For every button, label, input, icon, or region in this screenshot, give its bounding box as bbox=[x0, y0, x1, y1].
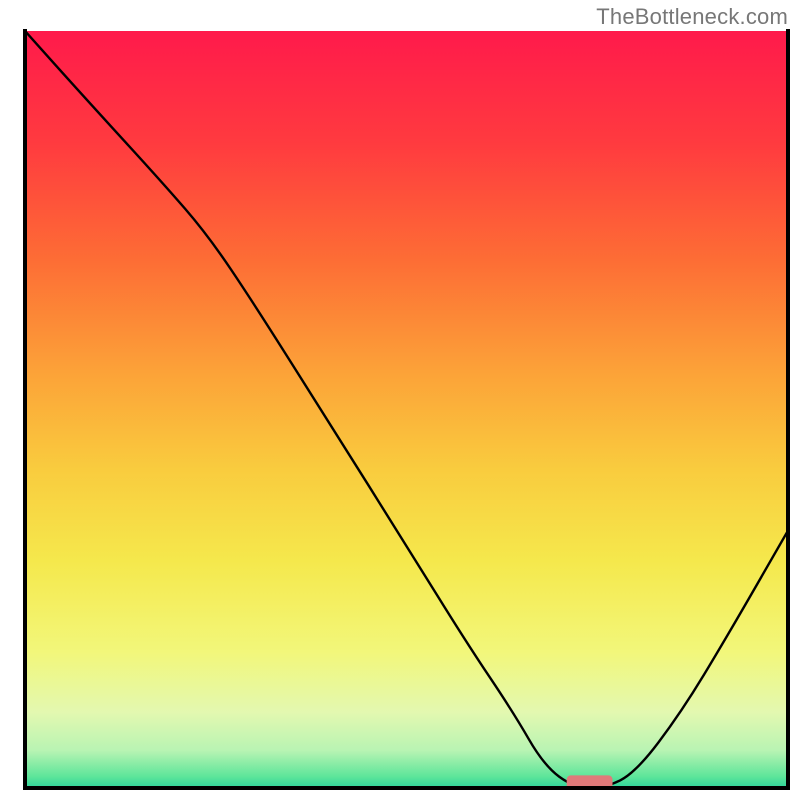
watermark-label: TheBottleneck.com bbox=[596, 4, 788, 30]
plot-background bbox=[25, 31, 788, 788]
bottleneck-chart bbox=[0, 0, 800, 800]
chart-frame: TheBottleneck.com bbox=[0, 0, 800, 800]
